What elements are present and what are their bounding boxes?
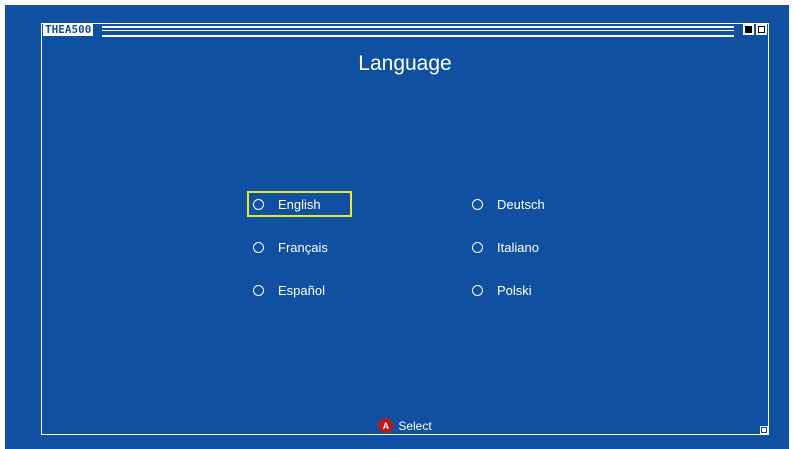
page-title: Language <box>358 52 452 75</box>
language-option-espanol[interactable]: Español <box>247 277 357 303</box>
window-title: THEA500 <box>43 23 94 36</box>
language-option-polski[interactable]: Polski <box>466 277 576 303</box>
title-bar-stripes <box>102 26 734 37</box>
radio-icon <box>253 241 264 253</box>
hint-label: Select <box>398 418 432 433</box>
language-option-italiano[interactable]: Italiano <box>466 234 576 260</box>
radio-icon <box>253 198 264 210</box>
language-label: Polski <box>497 282 532 298</box>
language-option-deutsch[interactable]: Deutsch <box>466 191 576 217</box>
maximize-icon[interactable] <box>756 24 767 35</box>
radio-icon <box>253 284 264 296</box>
language-label: Español <box>278 282 325 298</box>
radio-icon <box>472 241 483 253</box>
a-button-icon: A <box>378 418 394 433</box>
language-label: Italiano <box>497 239 539 255</box>
app-window: THEA500 Language English Deutsch Françai… <box>41 23 769 435</box>
radio-icon <box>472 198 483 210</box>
title-bar[interactable]: THEA500 <box>42 23 768 37</box>
resize-handle-icon[interactable] <box>760 426 769 435</box>
language-option-english[interactable]: English <box>247 191 352 217</box>
language-label: Deutsch <box>497 196 545 212</box>
language-option-francais[interactable]: Français <box>247 234 357 260</box>
minimize-icon[interactable] <box>743 24 754 35</box>
radio-icon <box>472 284 483 296</box>
language-label: English <box>278 196 321 212</box>
language-label: Français <box>278 239 328 255</box>
button-hint: A Select <box>42 418 768 433</box>
screen: THEA500 Language English Deutsch Françai… <box>5 5 789 449</box>
